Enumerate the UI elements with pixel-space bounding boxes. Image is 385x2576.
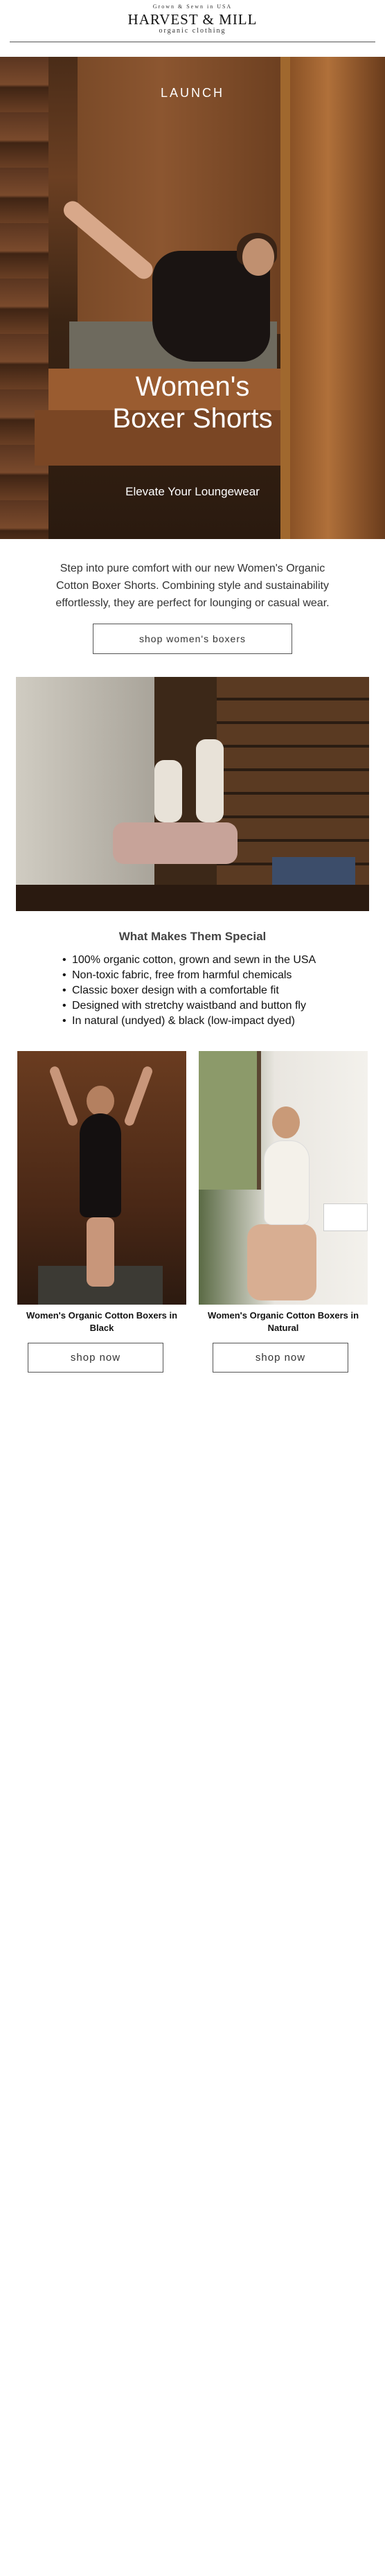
shop-now-black-button[interactable]: shop now	[28, 1343, 163, 1373]
hero-right-panel	[290, 57, 385, 539]
hero-title-line-2: Boxer Shorts	[112, 403, 273, 434]
hero-eyebrow: LAUNCH	[160, 86, 224, 100]
product-model-body	[265, 1141, 309, 1224]
product-name-black[interactable]: Women's Organic Cotton Boxers in Black	[17, 1309, 186, 1334]
hero-title: Women's Boxer Shorts	[0, 371, 385, 434]
email-header: Grown & Sewn in USA HARVEST & MILL organ…	[0, 0, 385, 46]
photo-couch	[113, 822, 238, 864]
product-model-arm	[48, 1065, 79, 1127]
feature-item: Classic boxer design with a comfortable …	[62, 983, 353, 998]
product-model-legs	[87, 1217, 114, 1287]
brand-logo[interactable]: HARVEST & MILL	[0, 11, 385, 28]
brand-subtitle: organic clothing	[159, 27, 226, 35]
features-list: 100% organic cotton, grown and sewn in t…	[62, 953, 353, 1029]
product-sink	[323, 1203, 368, 1231]
intro-text: Step into pure comfort with our new Wome…	[55, 563, 330, 609]
photo-model-seated	[154, 760, 182, 822]
product-model-legs	[247, 1224, 316, 1300]
hero-wood-wall	[0, 57, 48, 539]
feature-item: 100% organic cotton, grown and sewn in t…	[62, 953, 353, 968]
photo-model-standing	[196, 739, 224, 822]
hero-subtitle: Elevate Your Loungewear	[125, 485, 260, 498]
product-model-head	[87, 1086, 114, 1116]
hero-title-line-1: Women's	[135, 371, 250, 402]
hero-banner[interactable]	[0, 57, 385, 539]
product-window	[199, 1051, 261, 1190]
lifestyle-photo[interactable]	[16, 677, 369, 911]
product-image-black[interactable]	[17, 1051, 186, 1305]
hero-door-frame	[280, 57, 290, 539]
hero-model-head	[242, 238, 274, 276]
photo-blanket	[272, 857, 355, 885]
shop-now-natural-button[interactable]: shop now	[213, 1343, 348, 1373]
brand-tagline: Grown & Sewn in USA	[152, 3, 233, 10]
product-image-natural[interactable]	[199, 1051, 368, 1305]
product-model-arm	[123, 1065, 154, 1127]
feature-item: Non-toxic fabric, free from harmful chem…	[62, 968, 353, 983]
shop-womens-boxers-button[interactable]: shop women's boxers	[93, 624, 292, 654]
features-title: What Makes Them Special	[118, 930, 267, 943]
feature-item: In natural (undyed) & black (low-impact …	[62, 1014, 353, 1029]
product-name-natural[interactable]: Women's Organic Cotton Boxers in Natural	[199, 1309, 368, 1334]
feature-item: Designed with stretchy waistband and but…	[62, 998, 353, 1014]
photo-floor	[16, 885, 369, 911]
product-model-head	[272, 1106, 300, 1138]
photo-plaster-wall	[16, 677, 154, 911]
product-model-body	[80, 1113, 121, 1217]
